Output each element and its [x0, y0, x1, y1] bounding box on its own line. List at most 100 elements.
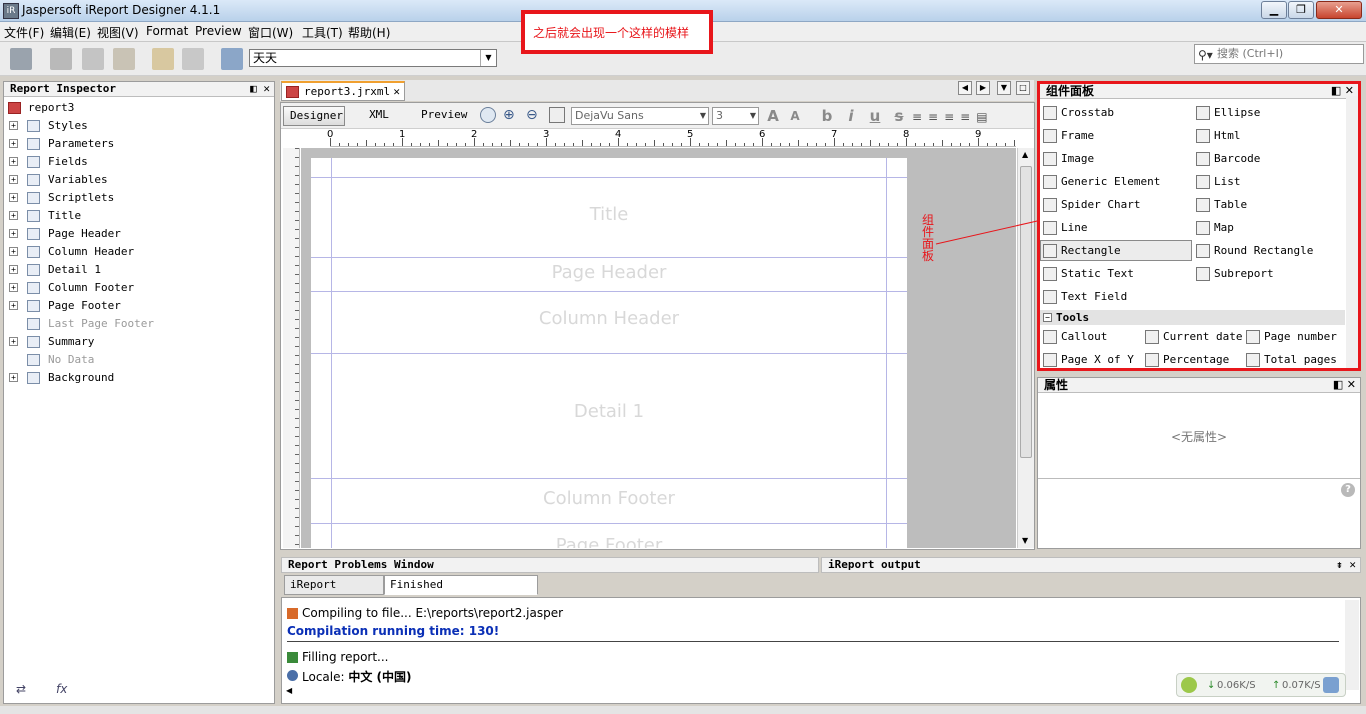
designer-scrollbar[interactable]: ▲ ▼ [1017, 148, 1034, 548]
increase-font-icon[interactable]: A [764, 107, 782, 125]
expand-icon[interactable]: + [9, 247, 18, 256]
expand-icon[interactable]: + [9, 265, 18, 274]
scroll-left-icon[interactable]: ◀ [958, 81, 972, 95]
band-title[interactable]: Title [311, 178, 907, 258]
palette-item[interactable]: Text Field [1041, 287, 1127, 307]
palette-item[interactable]: Round Rectangle [1194, 241, 1313, 261]
palette-item[interactable]: Subreport [1194, 264, 1274, 284]
designer-mode-button[interactable]: Designer [283, 106, 345, 126]
xml-mode-button[interactable]: XML [359, 106, 399, 126]
tree-item[interactable]: + Column Header [4, 243, 274, 261]
expand-icon[interactable]: + [9, 211, 18, 220]
ireport-output-title[interactable]: iReport output ⇟ ✕ [821, 557, 1361, 573]
palette-item[interactable]: Line [1041, 218, 1088, 238]
palette-item[interactable]: Ellipse [1194, 103, 1260, 123]
redo-icon[interactable] [182, 48, 204, 70]
report-problems-title[interactable]: Report Problems Window [281, 557, 819, 573]
tree-item[interactable]: + Summary [4, 333, 274, 351]
maximize-editor-icon[interactable]: □ [1016, 81, 1030, 95]
font-size-select[interactable]: 3 ▼ [712, 107, 759, 125]
panel-controls-icon[interactable]: ◧ ✕ [1333, 378, 1356, 392]
collapse-icon[interactable]: − [1043, 313, 1052, 322]
palette-item[interactable]: Image [1041, 149, 1094, 169]
menu-tools[interactable]: 工具(T) [302, 24, 343, 41]
tab-finished-report2[interactable]: Finished [report2.jrxml] [384, 575, 538, 609]
expand-icon[interactable]: + [9, 229, 18, 238]
tree-root[interactable]: report3 [4, 99, 274, 117]
database-icon[interactable] [480, 107, 496, 123]
tree-item[interactable]: + Parameters [4, 135, 274, 153]
menu-help[interactable]: 帮助(H) [348, 24, 390, 41]
tree-item[interactable]: No Data [4, 351, 274, 369]
scroll-down-icon[interactable]: ▼ [1022, 536, 1028, 545]
menu-view[interactable]: 视图(V) [97, 24, 139, 41]
palette-scrollbar[interactable] [1346, 96, 1358, 368]
parameters-footer-icon[interactable]: ⇄ [16, 682, 26, 696]
tree-item[interactable]: + Page Footer [4, 297, 274, 315]
underline-icon[interactable]: u [866, 107, 884, 125]
expand-icon[interactable]: + [9, 139, 18, 148]
scroll-up-icon[interactable]: ▲ [1022, 150, 1028, 159]
tree-item[interactable]: + Variables [4, 171, 274, 189]
bold-icon[interactable]: b [818, 107, 836, 125]
maximize-button[interactable]: ❐ [1288, 1, 1314, 19]
font-select[interactable]: DejaVu Sans ▼ [571, 107, 709, 125]
menu-file[interactable]: 文件(F) [4, 24, 44, 41]
tool-item[interactable]: Page X of Y [1041, 350, 1134, 370]
tree-item[interactable]: Last Page Footer [4, 315, 274, 333]
panel-controls-icon[interactable]: ⇟ ✕ [1336, 558, 1356, 572]
palette-item[interactable]: List [1194, 172, 1241, 192]
band-column-header[interactable]: Column Header [311, 292, 907, 354]
palette-item[interactable]: Barcode [1194, 149, 1260, 169]
band-column-footer[interactable]: Column Footer [311, 479, 907, 524]
scroll-right-icon[interactable]: ▶ [976, 81, 990, 95]
palette-item[interactable]: Table [1194, 195, 1247, 215]
tools-section-header[interactable]: − Tools [1040, 310, 1345, 325]
palette-item[interactable]: Html [1194, 126, 1241, 146]
strikethrough-icon[interactable]: s [890, 107, 908, 125]
undo-icon[interactable] [152, 48, 174, 70]
expand-icon[interactable]: + [9, 301, 18, 310]
tree-item[interactable]: + Page Header [4, 225, 274, 243]
menu-edit[interactable]: 编辑(E) [50, 24, 91, 41]
tree-item[interactable]: + Background [4, 369, 274, 387]
cut-icon[interactable] [50, 48, 72, 70]
tool-item[interactable]: Total pages [1244, 350, 1337, 370]
tool-item[interactable]: Current date [1143, 327, 1242, 347]
copy-icon[interactable] [82, 48, 104, 70]
paste-icon[interactable] [113, 48, 135, 70]
datasource-select[interactable]: 天天 ▼ [249, 49, 497, 67]
tool-item[interactable]: Page number [1244, 327, 1337, 347]
decrease-font-icon[interactable]: A [786, 107, 804, 125]
align-icons[interactable]: ≡≡≡≡▤ [912, 110, 994, 124]
close-tab-icon[interactable]: ✕ [393, 83, 400, 100]
palette-item[interactable]: Generic Element [1041, 172, 1160, 192]
expand-icon[interactable]: + [9, 175, 18, 184]
panel-controls-icon[interactable]: ◧ ✕ [250, 82, 270, 96]
expand-icon[interactable]: + [9, 121, 18, 130]
tab-ireport-console[interactable]: iReport console [284, 575, 384, 609]
save-all-icon[interactable] [10, 48, 32, 70]
menu-window[interactable]: 窗口(W) [248, 24, 293, 41]
tree-item[interactable]: + Column Footer [4, 279, 274, 297]
scroll-thumb[interactable] [1020, 166, 1032, 458]
tab-list-icon[interactable]: ▼ [997, 81, 1011, 95]
palette-item[interactable]: Rectangle [1041, 241, 1121, 261]
band-detail-1[interactable]: Detail 1 [311, 354, 907, 479]
tool-item[interactable]: Percentage [1143, 350, 1229, 370]
snap-icon[interactable] [549, 107, 565, 123]
palette-item[interactable]: Crosstab [1041, 103, 1114, 123]
output-scrollbar[interactable] [1345, 600, 1359, 690]
expand-icon[interactable]: + [9, 337, 18, 346]
tree-item[interactable]: + Fields [4, 153, 274, 171]
band-page-footer[interactable]: Page Footer [311, 524, 907, 548]
menu-preview[interactable]: Preview [195, 24, 242, 38]
italic-icon[interactable]: i [842, 107, 860, 125]
widget-settings-icon[interactable] [1323, 677, 1339, 693]
expression-footer-icon[interactable]: fx [56, 682, 67, 696]
tree-item[interactable]: + Title [4, 207, 274, 225]
scroll-left-icon[interactable]: ◀ [286, 686, 292, 695]
zoom-in-icon[interactable]: ⊕ [503, 107, 515, 123]
menu-format[interactable]: Format [146, 24, 188, 38]
search-input[interactable]: ⚲▾ 搜索 (Ctrl+I) [1194, 44, 1364, 64]
